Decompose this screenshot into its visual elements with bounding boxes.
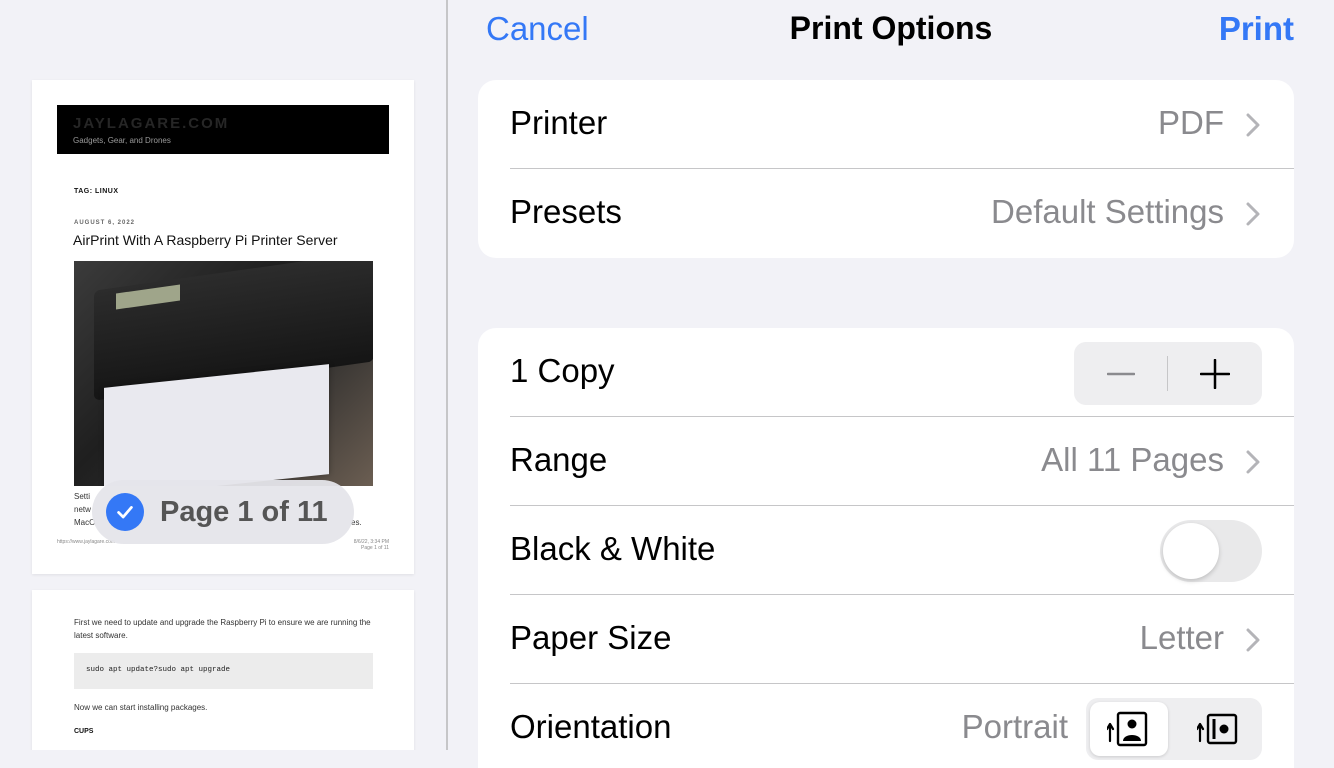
page2-paragraph-2: Now we can start installing packages. — [74, 703, 208, 712]
orientation-label: Orientation — [510, 708, 672, 745]
checkmark-icon — [106, 493, 144, 531]
cancel-button[interactable]: Cancel — [486, 10, 589, 48]
site-tagline: Gadgets, Gear, and Drones — [73, 136, 171, 145]
decrement-copies-button[interactable] — [1074, 342, 1168, 405]
range-label: Range — [510, 441, 608, 478]
printer-label: Printer — [510, 104, 608, 141]
presets-row[interactable]: Presets Default Settings — [478, 169, 1294, 258]
orientation-value: Portrait — [961, 708, 1068, 745]
post-title: AirPrint With A Raspberry Pi Printer Ser… — [73, 232, 338, 248]
paper-size-label: Paper Size — [510, 619, 672, 656]
paper-size-value: Letter — [1139, 619, 1224, 656]
preview-sidebar: JAYLAGARE.COM Gadgets, Gear, and Drones … — [0, 0, 446, 750]
minus-icon — [1107, 372, 1135, 375]
page-selected-badge[interactable]: Page 1 of 11 — [92, 480, 354, 544]
site-title: JAYLAGARE.COM — [73, 115, 230, 132]
chevron-right-icon — [1246, 113, 1260, 137]
plus-icon — [1200, 358, 1230, 389]
copies-stepper[interactable] — [1074, 342, 1262, 405]
print-options-group: 1 Copy Range All 11 Pages Black & White — [478, 328, 1294, 768]
preview-page-2[interactable]: First we need to update and upgrade the … — [32, 590, 414, 750]
copies-row: 1 Copy — [478, 328, 1294, 417]
orientation-segmented-control — [1086, 698, 1262, 760]
orientation-row: Orientation Portrait — [478, 684, 1294, 768]
black-white-row: Black & White — [478, 506, 1294, 595]
chevron-right-icon — [1246, 628, 1260, 652]
printer-value: PDF — [1158, 104, 1224, 141]
printer-row[interactable]: Printer PDF — [478, 80, 1294, 169]
page2-heading: CUPS — [74, 728, 94, 735]
portrait-option[interactable] — [1090, 702, 1168, 756]
copies-label: 1 Copy — [510, 352, 615, 389]
tag-label: TAG: LINUX — [74, 188, 119, 195]
site-header: JAYLAGARE.COM Gadgets, Gear, and Drones — [57, 105, 389, 154]
presets-value: Default Settings — [991, 193, 1224, 230]
range-row[interactable]: Range All 11 Pages — [478, 417, 1294, 506]
paper-size-row[interactable]: Paper Size Letter — [478, 595, 1294, 684]
range-value: All 11 Pages — [1041, 441, 1224, 478]
printer-settings-group: Printer PDF Presets Default Settings — [478, 80, 1294, 258]
presets-label: Presets — [510, 193, 622, 230]
chevron-right-icon — [1246, 450, 1260, 474]
increment-copies-button[interactable] — [1168, 342, 1262, 405]
page-footer-meta: 8/6/22, 3:34 PM Page 1 of 11 — [354, 539, 389, 551]
portrait-orientation-icon — [1107, 711, 1148, 747]
printer-photo — [74, 261, 373, 486]
toggle-knob — [1163, 523, 1219, 579]
page-badge-label: Page 1 of 11 — [160, 495, 328, 528]
black-white-label: Black & White — [510, 530, 716, 567]
post-date: AUGUST 6, 2022 — [74, 220, 136, 226]
page2-code-block: sudo apt update?sudo apt upgrade — [74, 653, 373, 689]
page2-paragraph: First we need to update and upgrade the … — [74, 618, 371, 640]
landscape-orientation-icon — [1197, 713, 1238, 745]
landscape-option[interactable] — [1180, 702, 1258, 756]
black-white-toggle[interactable] — [1160, 520, 1262, 582]
chevron-right-icon — [1246, 202, 1260, 226]
print-button[interactable]: Print — [1219, 10, 1294, 48]
page-footer-page: Page 1 of 11 — [361, 545, 389, 551]
print-options-panel: Cancel Print Options Print Printer PDF P… — [448, 0, 1334, 768]
page-footer-url: https://www.jaylagare.com — [57, 539, 116, 545]
